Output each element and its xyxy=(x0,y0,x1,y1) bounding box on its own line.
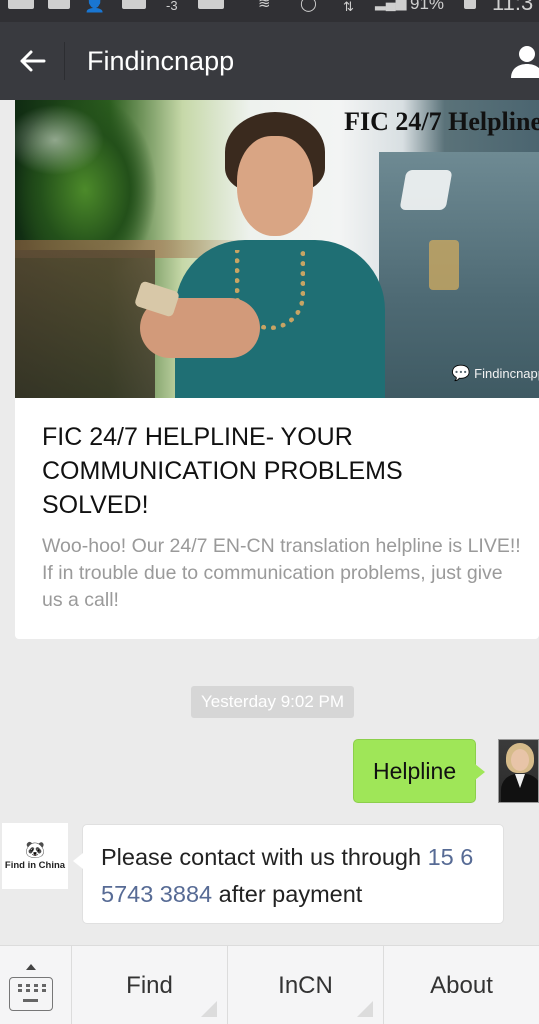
sent-message-bubble[interactable]: Helpline xyxy=(353,739,486,803)
bottom-menu: Find InCN About xyxy=(0,945,539,1024)
app-bar: Findincnapp xyxy=(0,22,539,100)
arrow-left-icon xyxy=(20,50,46,72)
facebook-icon xyxy=(48,0,70,14)
notification-icon xyxy=(8,0,34,14)
back-button[interactable] xyxy=(0,22,64,100)
profile-button[interactable] xyxy=(507,42,539,82)
avatar-decor xyxy=(511,749,529,771)
header-divider xyxy=(64,42,65,80)
message-text: after payment xyxy=(212,881,363,907)
linkedin-icon xyxy=(198,0,224,14)
menu-item-incn[interactable]: InCN xyxy=(228,946,384,1024)
avatar-brand-text: Find in China xyxy=(4,859,66,871)
submenu-indicator-icon xyxy=(357,1001,373,1017)
article-cover-image: FIC 24/7 Helpline 💬 Findincnapp xyxy=(15,100,539,398)
article-card[interactable]: FIC 24/7 Helpline 💬 Findincnapp FIC 24/7… xyxy=(15,100,539,639)
cell-signal-icon: ▂▄▆ xyxy=(375,0,407,10)
battery-icon xyxy=(464,0,476,14)
message-timestamp: Yesterday 9:02 PM xyxy=(191,686,355,718)
cover-decor xyxy=(399,170,453,210)
official-account-avatar[interactable]: 🐼 Find in China xyxy=(2,823,68,889)
battery-percent: 91% xyxy=(410,0,445,13)
add-contact-icon: 👤 xyxy=(84,0,106,13)
status-bar: 👤 -3 ≋ ◯ ⇅ ▂▄▆ 91% 11:3 xyxy=(0,0,539,22)
keyboard-toggle-button[interactable] xyxy=(0,946,72,1024)
message-text: Please contact with us through xyxy=(101,844,428,870)
submenu-indicator-icon xyxy=(201,1001,217,1017)
caret-up-icon xyxy=(26,964,36,970)
panda-icon: 🐼 xyxy=(25,841,45,859)
cover-title: FIC 24/7 Helpline xyxy=(344,107,539,136)
clock: 11:3 xyxy=(492,0,534,15)
menu-item-find[interactable]: Find xyxy=(72,946,228,1024)
vibrate-off-icon: ≋ xyxy=(258,0,271,12)
menu-item-label: InCN xyxy=(278,971,333,999)
article-description: Woo-hoo! Our 24/7 EN-CN translation help… xyxy=(42,535,521,611)
article-title: FIC 24/7 HELPLINE- YOUR COMMUNICATION PR… xyxy=(42,423,403,519)
page-title: Findincnapp xyxy=(87,45,235,76)
received-message-bubble[interactable]: Please contact with us through 15 6 5743… xyxy=(73,824,504,924)
alarm-icon: ◯ xyxy=(300,0,317,12)
data-transfer-icon: ⇅ xyxy=(343,0,354,14)
signal-badge: -3 xyxy=(166,0,178,13)
cover-decor xyxy=(429,240,459,290)
menu-item-label: About xyxy=(430,971,493,999)
keyboard-icon xyxy=(9,977,53,1011)
skype-icon xyxy=(122,0,146,14)
menu-item-label: Find xyxy=(126,971,173,999)
cover-decor xyxy=(15,250,155,398)
menu-item-about[interactable]: About xyxy=(384,946,539,1024)
watermark: 💬 Findincnapp xyxy=(451,364,539,382)
cover-decor xyxy=(237,136,313,236)
my-avatar[interactable] xyxy=(498,739,539,803)
wechat-icon: 💬 xyxy=(451,365,471,382)
person-icon xyxy=(511,46,539,78)
watermark-text: Findincnapp xyxy=(474,365,539,381)
